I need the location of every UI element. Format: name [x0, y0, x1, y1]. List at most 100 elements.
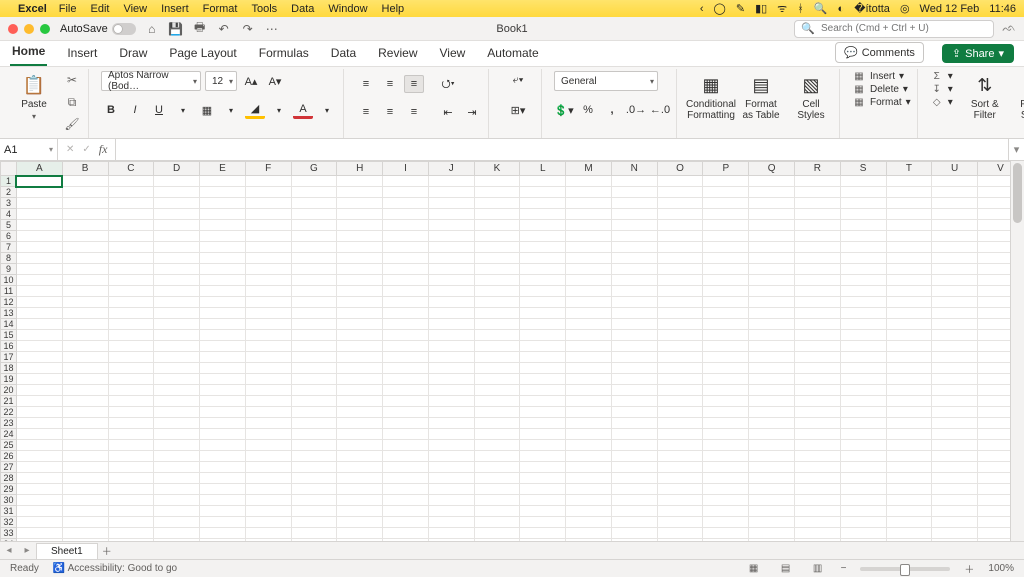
cell-D26[interactable]: [154, 451, 200, 462]
paste-button[interactable]: 📋 Paste ▾: [12, 71, 56, 121]
cell-N17[interactable]: [611, 352, 657, 363]
cell-P22[interactable]: [703, 407, 749, 418]
cell-Q12[interactable]: [749, 297, 795, 308]
column-header-A[interactable]: A: [16, 162, 62, 176]
cell-N1[interactable]: [611, 176, 657, 187]
cell-B3[interactable]: [62, 198, 108, 209]
cell-D32[interactable]: [154, 517, 200, 528]
cell-O7[interactable]: [657, 242, 703, 253]
cell-O21[interactable]: [657, 396, 703, 407]
print-icon[interactable]: 🖶: [192, 21, 208, 37]
cell-D9[interactable]: [154, 264, 200, 275]
cell-A14[interactable]: [16, 319, 62, 330]
underline-button[interactable]: U: [149, 101, 169, 119]
cell-G30[interactable]: [291, 495, 337, 506]
row-header-6[interactable]: 6: [1, 231, 17, 242]
cell-B8[interactable]: [62, 253, 108, 264]
cell-S13[interactable]: [840, 308, 886, 319]
cell-G19[interactable]: [291, 374, 337, 385]
cell-C14[interactable]: [108, 319, 154, 330]
cell-P10[interactable]: [703, 275, 749, 286]
cell-I8[interactable]: [383, 253, 429, 264]
cell-J31[interactable]: [428, 506, 474, 517]
align-left-button[interactable]: ≡: [356, 103, 376, 121]
cell-I24[interactable]: [383, 429, 429, 440]
cell-Q30[interactable]: [749, 495, 795, 506]
cell-G6[interactable]: [291, 231, 337, 242]
cell-U2[interactable]: [932, 187, 978, 198]
cell-O23[interactable]: [657, 418, 703, 429]
cell-C3[interactable]: [108, 198, 154, 209]
cell-G17[interactable]: [291, 352, 337, 363]
cell-J5[interactable]: [428, 220, 474, 231]
cell-S10[interactable]: [840, 275, 886, 286]
cell-R11[interactable]: [794, 286, 840, 297]
cell-K5[interactable]: [474, 220, 520, 231]
cell-A20[interactable]: [16, 385, 62, 396]
cell-K7[interactable]: [474, 242, 520, 253]
cell-E12[interactable]: [200, 297, 246, 308]
cell-P13[interactable]: [703, 308, 749, 319]
copy-button[interactable]: ⧉: [62, 93, 82, 111]
cell-B13[interactable]: [62, 308, 108, 319]
cell-G18[interactable]: [291, 363, 337, 374]
cell-Q19[interactable]: [749, 374, 795, 385]
cell-H10[interactable]: [337, 275, 383, 286]
cell-S1[interactable]: [840, 176, 886, 187]
cell-K8[interactable]: [474, 253, 520, 264]
cell-T3[interactable]: [886, 198, 932, 209]
cell-C32[interactable]: [108, 517, 154, 528]
row-header-4[interactable]: 4: [1, 209, 17, 220]
cell-K30[interactable]: [474, 495, 520, 506]
vertical-scrollbar[interactable]: [1010, 161, 1024, 541]
spotlight-icon[interactable]: 🔍: [814, 2, 828, 15]
cell-R25[interactable]: [794, 440, 840, 451]
cell-S23[interactable]: [840, 418, 886, 429]
cell-B17[interactable]: [62, 352, 108, 363]
cell-G24[interactable]: [291, 429, 337, 440]
cell-G22[interactable]: [291, 407, 337, 418]
cell-Q20[interactable]: [749, 385, 795, 396]
conditional-formatting-button[interactable]: ▦ Conditional Formatting: [689, 71, 733, 121]
menubar-tool-icon[interactable]: ✎: [736, 2, 745, 15]
cell-T9[interactable]: [886, 264, 932, 275]
cell-G13[interactable]: [291, 308, 337, 319]
bold-button[interactable]: B: [101, 101, 121, 119]
cell-O18[interactable]: [657, 363, 703, 374]
cell-B2[interactable]: [62, 187, 108, 198]
save-icon[interactable]: 💾: [168, 21, 184, 37]
add-sheet-button[interactable]: ＋: [98, 543, 116, 558]
zoom-slider[interactable]: [860, 567, 950, 571]
cell-G25[interactable]: [291, 440, 337, 451]
menu-data[interactable]: Data: [291, 3, 314, 15]
cell-A16[interactable]: [16, 341, 62, 352]
cell-U6[interactable]: [932, 231, 978, 242]
undo-icon[interactable]: ↶: [216, 21, 232, 37]
format-painter-button[interactable]: 🖌: [62, 115, 82, 133]
cell-O22[interactable]: [657, 407, 703, 418]
cell-N8[interactable]: [611, 253, 657, 264]
decrease-indent-button[interactable]: ⇤: [438, 103, 458, 121]
cell-C26[interactable]: [108, 451, 154, 462]
cell-U20[interactable]: [932, 385, 978, 396]
cell-L31[interactable]: [520, 506, 566, 517]
cell-K31[interactable]: [474, 506, 520, 517]
cell-S6[interactable]: [840, 231, 886, 242]
column-header-C[interactable]: C: [108, 162, 154, 176]
cell-K26[interactable]: [474, 451, 520, 462]
cell-F8[interactable]: [245, 253, 291, 264]
cell-M7[interactable]: [566, 242, 612, 253]
cell-J1[interactable]: [428, 176, 474, 187]
cell-T31[interactable]: [886, 506, 932, 517]
cell-G27[interactable]: [291, 462, 337, 473]
cell-R2[interactable]: [794, 187, 840, 198]
cell-K27[interactable]: [474, 462, 520, 473]
cell-J23[interactable]: [428, 418, 474, 429]
cell-M8[interactable]: [566, 253, 612, 264]
cell-F27[interactable]: [245, 462, 291, 473]
cell-H8[interactable]: [337, 253, 383, 264]
cell-U4[interactable]: [932, 209, 978, 220]
app-name[interactable]: Excel: [18, 3, 47, 15]
cell-D22[interactable]: [154, 407, 200, 418]
cell-Q27[interactable]: [749, 462, 795, 473]
